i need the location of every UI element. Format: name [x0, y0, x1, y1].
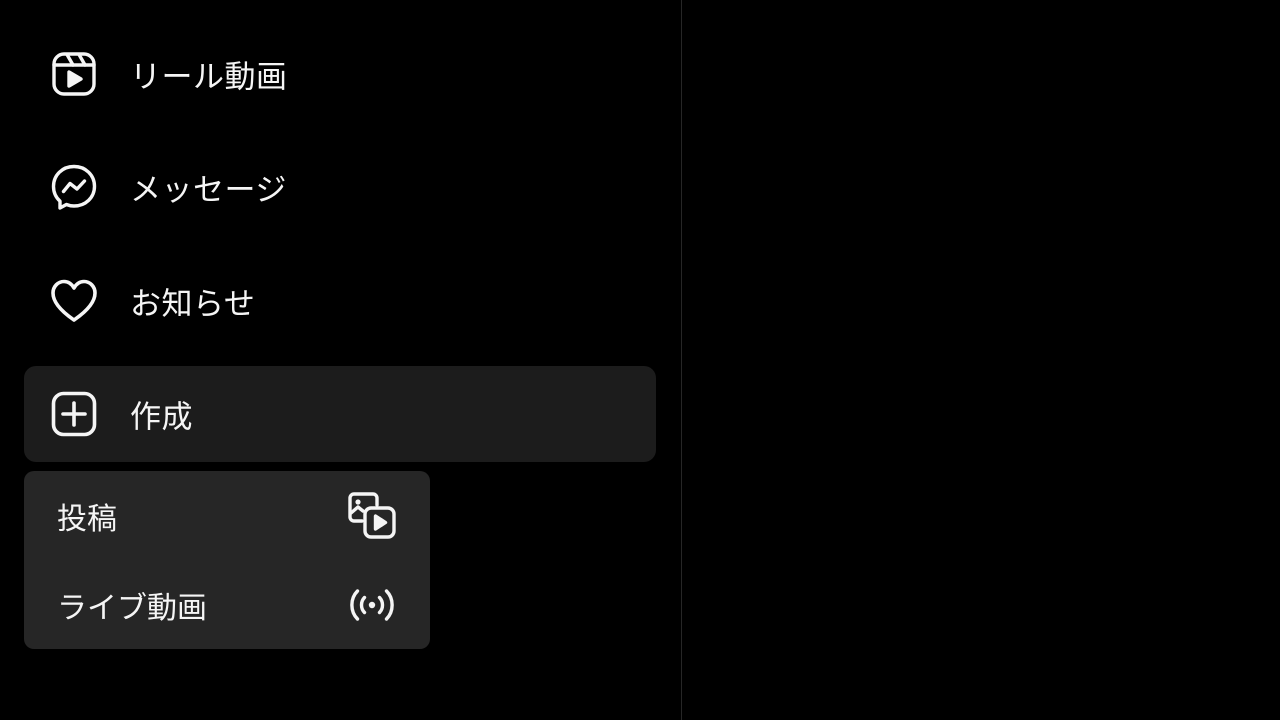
sidebar-item-label: リール動画	[130, 59, 288, 96]
create-menu-item-post[interactable]: 投稿	[24, 471, 430, 560]
main-content-area	[682, 0, 1280, 720]
heart-icon	[49, 276, 99, 326]
sidebar-nav: リール動画 メッセージ お知らせ 作成 投稿 ライブ動画	[0, 0, 682, 720]
create-plus-icon	[49, 389, 99, 439]
sidebar-item-label: メッセージ	[130, 172, 287, 209]
post-media-icon	[346, 490, 398, 542]
sidebar-item-label: お知らせ	[130, 286, 256, 323]
create-menu-item-label: ライブ動画	[57, 590, 207, 626]
sidebar-item-create[interactable]: 作成	[24, 366, 656, 462]
sidebar-item-label: 作成	[130, 399, 193, 436]
live-broadcast-icon	[346, 579, 398, 631]
create-menu-item-label: 投稿	[57, 501, 117, 537]
create-submenu: 投稿 ライブ動画	[24, 471, 430, 649]
sidebar-item-notifications[interactable]: お知らせ	[24, 253, 656, 349]
sidebar-item-reels[interactable]: リール動画	[24, 26, 656, 122]
create-menu-item-live[interactable]: ライブ動画	[24, 560, 430, 649]
messenger-icon	[49, 162, 99, 212]
sidebar-item-messages[interactable]: メッセージ	[24, 139, 656, 235]
reels-icon	[49, 49, 99, 99]
